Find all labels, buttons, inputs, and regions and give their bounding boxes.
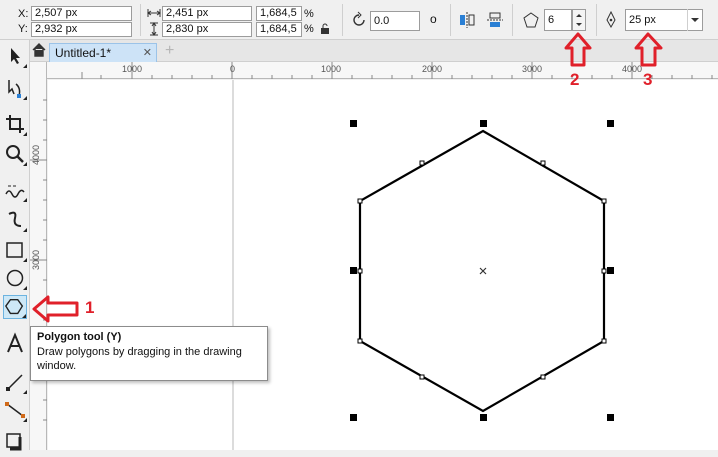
toolbox xyxy=(0,40,30,451)
flyout-indicator xyxy=(23,162,27,166)
drop-shadow-icon xyxy=(6,433,22,451)
separator xyxy=(140,4,141,36)
separator xyxy=(512,4,513,36)
vertical-ruler[interactable]: 4000 3000 xyxy=(30,62,47,450)
polygon-sides-field[interactable]: 6 xyxy=(544,9,572,31)
crop-tool-button[interactable] xyxy=(3,112,27,136)
flyout-indicator xyxy=(23,286,27,290)
polygon-tool-button[interactable] xyxy=(3,295,27,319)
flyout-indicator xyxy=(23,96,27,100)
height-icon xyxy=(149,22,159,39)
artistic-media-tool-button[interactable] xyxy=(3,208,27,232)
separator xyxy=(342,4,343,36)
new-tab-icon[interactable]: + xyxy=(165,42,174,60)
freehand-tool-button[interactable] xyxy=(3,178,27,202)
lock-ratio-icon[interactable] xyxy=(320,23,330,38)
h-ruler-tick: 0 xyxy=(230,64,236,74)
sides-spinner[interactable] xyxy=(572,9,586,31)
drop-shadow-tool-button[interactable] xyxy=(3,430,27,454)
x-label: X: xyxy=(18,8,29,20)
tab-label: Untitled-1* xyxy=(55,46,112,60)
callout-number-1: 1 xyxy=(85,298,95,317)
v-ruler-tick: 3000 xyxy=(31,249,42,271)
flyout-indicator xyxy=(23,258,27,262)
flyout-indicator xyxy=(23,132,27,136)
flyout-indicator xyxy=(23,228,27,232)
connector-tool-button[interactable] xyxy=(3,370,27,394)
ruler-ticks xyxy=(81,62,713,79)
text-icon xyxy=(7,332,23,353)
hexagon-shape[interactable] xyxy=(358,129,606,413)
y-position-field[interactable]: 2,932 px xyxy=(31,22,132,37)
callout-number-3: 3 xyxy=(643,70,653,89)
outline-dropdown-button[interactable] xyxy=(687,9,701,31)
rotation-field[interactable]: 0.0 xyxy=(370,11,420,31)
rectangle-tool-button[interactable] xyxy=(3,238,27,262)
y-label: Y: xyxy=(18,23,28,35)
height-field[interactable]: 2,830 px xyxy=(162,22,252,37)
flyout-indicator xyxy=(23,64,27,68)
width-field[interactable]: 2,451 px xyxy=(162,6,252,21)
h-ruler-tick: 2000 xyxy=(422,64,443,74)
separator xyxy=(450,4,451,36)
pick-tool-button[interactable] xyxy=(3,44,27,68)
callout-number-2: 2 xyxy=(570,70,580,89)
horizontal-ruler[interactable]: 1000 0 1000 2000 3000 4000 xyxy=(47,62,718,79)
flyout-indicator xyxy=(23,418,27,422)
close-tab-icon[interactable]: ✕ xyxy=(143,46,152,59)
flyout-indicator xyxy=(23,198,27,202)
polygon-sides-icon xyxy=(522,11,540,32)
tab-untitled-1[interactable]: Untitled-1* ✕ xyxy=(49,43,157,62)
scale-y-unit: % xyxy=(304,23,314,35)
width-icon xyxy=(147,7,161,22)
x-position-field[interactable]: 2,507 px xyxy=(31,6,132,21)
drawing-layer xyxy=(232,80,614,450)
h-ruler-tick: 3000 xyxy=(522,64,543,74)
scale-x-unit: % xyxy=(304,8,314,20)
property-bar: X: Y: 2,507 px 2,932 px 2,451 px 2,830 p… xyxy=(0,0,718,40)
home-icon[interactable] xyxy=(32,43,46,60)
flyout-indicator xyxy=(23,390,27,394)
scale-x-field[interactable]: 1,684,5 xyxy=(256,6,302,21)
ellipse-tool-button[interactable] xyxy=(3,266,27,290)
mirror-vertical-icon[interactable] xyxy=(486,11,504,32)
h-ruler-tick: 4000 xyxy=(622,64,643,74)
rotate-icon xyxy=(350,11,368,32)
mirror-horizontal-icon[interactable] xyxy=(458,11,476,32)
h-ruler-tick: 1000 xyxy=(122,64,143,74)
flyout-indicator xyxy=(22,314,26,318)
dimension-tool-button[interactable] xyxy=(3,398,27,422)
drawing-canvas[interactable] xyxy=(48,80,718,450)
zoom-tool-button[interactable] xyxy=(3,142,27,166)
rotation-unit: o xyxy=(430,12,437,26)
v-ruler-tick: 4000 xyxy=(31,144,42,166)
shape-tool-button[interactable] xyxy=(3,76,27,100)
tooltip-description: Draw polygons by dragging in the drawing… xyxy=(37,346,242,372)
center-marker-icon xyxy=(479,267,487,275)
tooltip-title: Polygon tool (Y) xyxy=(37,331,122,343)
scale-y-field[interactable]: 1,684,5 xyxy=(256,22,302,37)
polygon-tool-tooltip: Polygon tool (Y) Draw polygons by draggi… xyxy=(30,326,268,381)
text-tool-button[interactable] xyxy=(3,332,27,356)
separator xyxy=(596,4,597,36)
outline-pen-icon xyxy=(604,10,618,32)
h-ruler-tick: 1000 xyxy=(321,64,342,74)
document-tab-bar: Untitled-1* ✕ + xyxy=(30,40,718,62)
